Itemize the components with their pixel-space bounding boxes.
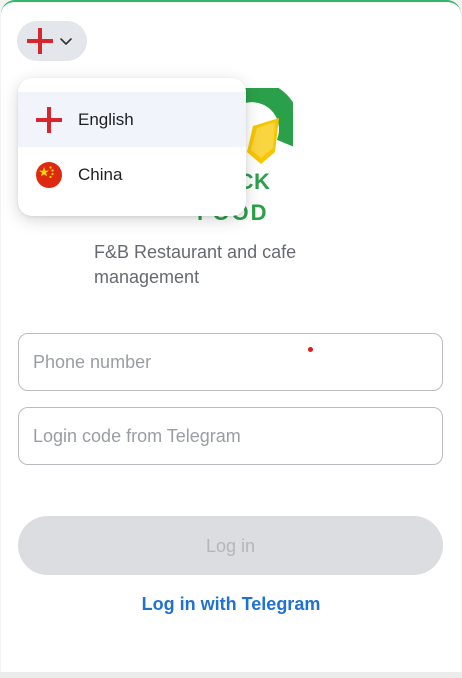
login-card: QUICK FOOD F&B Restaurant and cafe manag… <box>1 0 461 678</box>
language-toggle-button[interactable] <box>17 21 87 61</box>
login-code-input[interactable] <box>19 408 442 464</box>
england-flag-icon <box>36 106 62 133</box>
language-option-english[interactable]: English <box>18 92 246 147</box>
phone-field <box>18 333 443 391</box>
china-flag-icon <box>36 161 62 188</box>
language-option-label: China <box>78 164 123 184</box>
language-option-china[interactable]: China <box>18 147 246 202</box>
brand-tagline: F&B Restaurant and cafe management <box>94 242 297 287</box>
login-code-field <box>18 407 443 465</box>
language-option-label: English <box>78 109 134 129</box>
phone-number-input[interactable] <box>19 334 442 390</box>
app-frame: QUICK FOOD F&B Restaurant and cafe manag… <box>0 0 462 678</box>
red-dot-marker <box>308 347 313 352</box>
england-flag-icon <box>27 28 53 54</box>
bottom-divider <box>0 672 462 678</box>
login-button[interactable]: Log in <box>18 516 443 575</box>
chevron-down-icon <box>60 38 72 45</box>
language-dropdown-menu: English China <box>18 78 246 216</box>
telegram-login-link[interactable]: Log in with Telegram <box>1 594 461 615</box>
